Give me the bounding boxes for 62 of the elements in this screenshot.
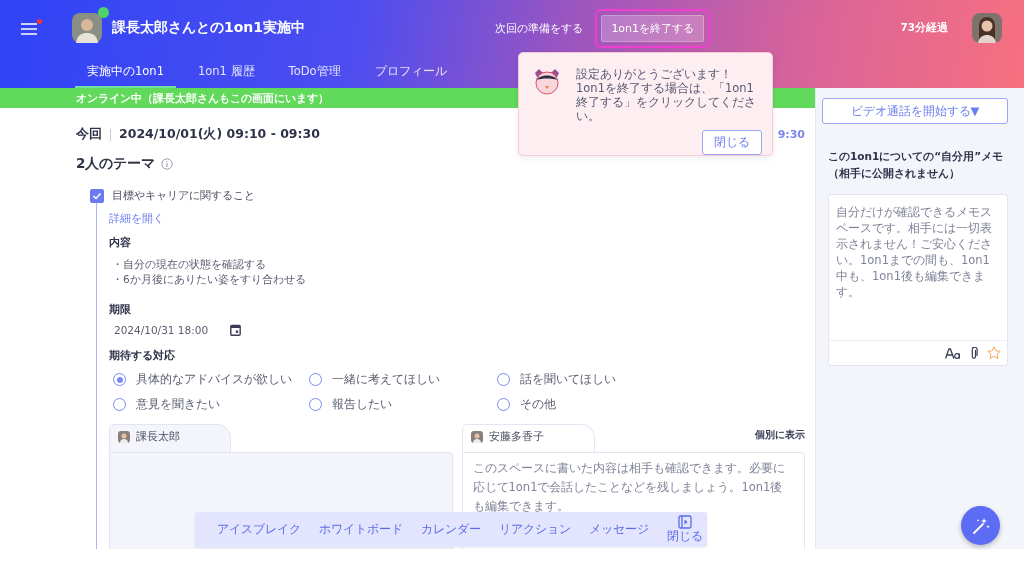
tool-button[interactable]: リアクション (491, 522, 579, 537)
nav-tab[interactable]: 1on1 履歴 (185, 56, 267, 88)
field-label: 期限 (109, 303, 132, 317)
avatar-icon (72, 13, 102, 43)
radio-button[interactable] (113, 373, 126, 386)
memo-title: この1on1についての“自分用”メモ（相手に公開されません） (827, 149, 1005, 181)
content-item: ・自分の現在の状態を確認する (111, 257, 267, 272)
deadline-field[interactable]: 2024/10/31 18:00 (114, 324, 209, 336)
elapsed-time: 73分経過 (900, 21, 948, 35)
participant-name: 安藤多香子 (488, 430, 544, 444)
menu-icon (20, 20, 40, 36)
radio-button[interactable] (497, 398, 510, 411)
tool-button[interactable]: ホワイトボード (311, 522, 411, 537)
close-button[interactable]: 閉じる (702, 130, 762, 155)
theme-title: 目標やキャリアに関すること (112, 189, 255, 203)
memo-tab[interactable]: 安藤多香子 (461, 424, 595, 452)
participant-name: 課長太郎 (136, 430, 180, 444)
end-button[interactable]: 1on1を終了する (601, 14, 705, 42)
field-label: 期待する対応 (109, 349, 176, 363)
avatar-icon (118, 431, 130, 443)
session-date: 2024/10/01(火) 09:10 - 09:30 (119, 126, 320, 143)
nav-tab[interactable]: プロフィール (362, 56, 459, 88)
magic-wand-icon (971, 516, 990, 535)
tool-button[interactable]: アイスブレイク (209, 522, 309, 537)
checkmark-icon (92, 191, 102, 201)
radio-button[interactable] (497, 373, 510, 386)
panel-close-icon (678, 515, 692, 529)
avatar-icon (470, 431, 483, 443)
session-label: 今回 (76, 126, 102, 143)
option-label: 具体的なアドバイスが欲しい (136, 372, 292, 387)
display-toggle-link[interactable]: 個別に表示 (755, 428, 805, 452)
page-title: 課長太郎さんとの1on1実施中 (112, 19, 306, 37)
star-icon[interactable] (987, 346, 1001, 360)
private-memo-field[interactable]: 自分だけが確認できるメモスペースです。相手には一切表示されません！ご安心ください。1on1までの間も、1on1中も、1on1後も編集できます。 (828, 194, 1008, 366)
option-label: 報告したい (332, 397, 392, 412)
text-format-icon[interactable] (945, 347, 961, 359)
avatar-icon[interactable] (972, 13, 1002, 43)
option-label: その他 (520, 397, 556, 412)
close-toolbar-button[interactable]: 閉じる (663, 515, 707, 544)
content-item: ・6か月後にありたい姿をすり合わせる (111, 272, 307, 287)
radio-button[interactable] (309, 373, 322, 386)
calendar-icon[interactable] (230, 324, 242, 336)
option-label: 一緒に考えてほしい (332, 372, 440, 387)
mascot-icon (532, 67, 562, 95)
info-icon[interactable] (161, 158, 174, 170)
option-label: 意見を聞きたい (136, 397, 220, 412)
popover-message: 設定ありがとうございます！ (576, 67, 733, 81)
radio-button[interactable] (113, 398, 126, 411)
checkbox[interactable] (90, 189, 104, 203)
video-call-button[interactable]: ビデオ通話を開始する▼ (822, 98, 1008, 124)
field-label: 内容 (109, 236, 132, 250)
prepare-link[interactable]: 次回の準備をする (495, 20, 584, 36)
details-link[interactable]: 詳細を開く (109, 212, 164, 226)
nav-tab[interactable]: ToDo管理 (276, 56, 353, 88)
section-heading: 2人のテーマ (76, 155, 156, 173)
session-time: 9:30 (777, 128, 805, 141)
menu-button[interactable] (20, 18, 42, 38)
tool-button[interactable]: メッセージ (581, 522, 657, 537)
option-label: 話を聞いてほしい (520, 372, 616, 387)
paperclip-icon[interactable] (970, 346, 978, 360)
radio-button[interactable] (309, 398, 322, 411)
memo-tab[interactable]: 課長太郎 (109, 424, 231, 452)
